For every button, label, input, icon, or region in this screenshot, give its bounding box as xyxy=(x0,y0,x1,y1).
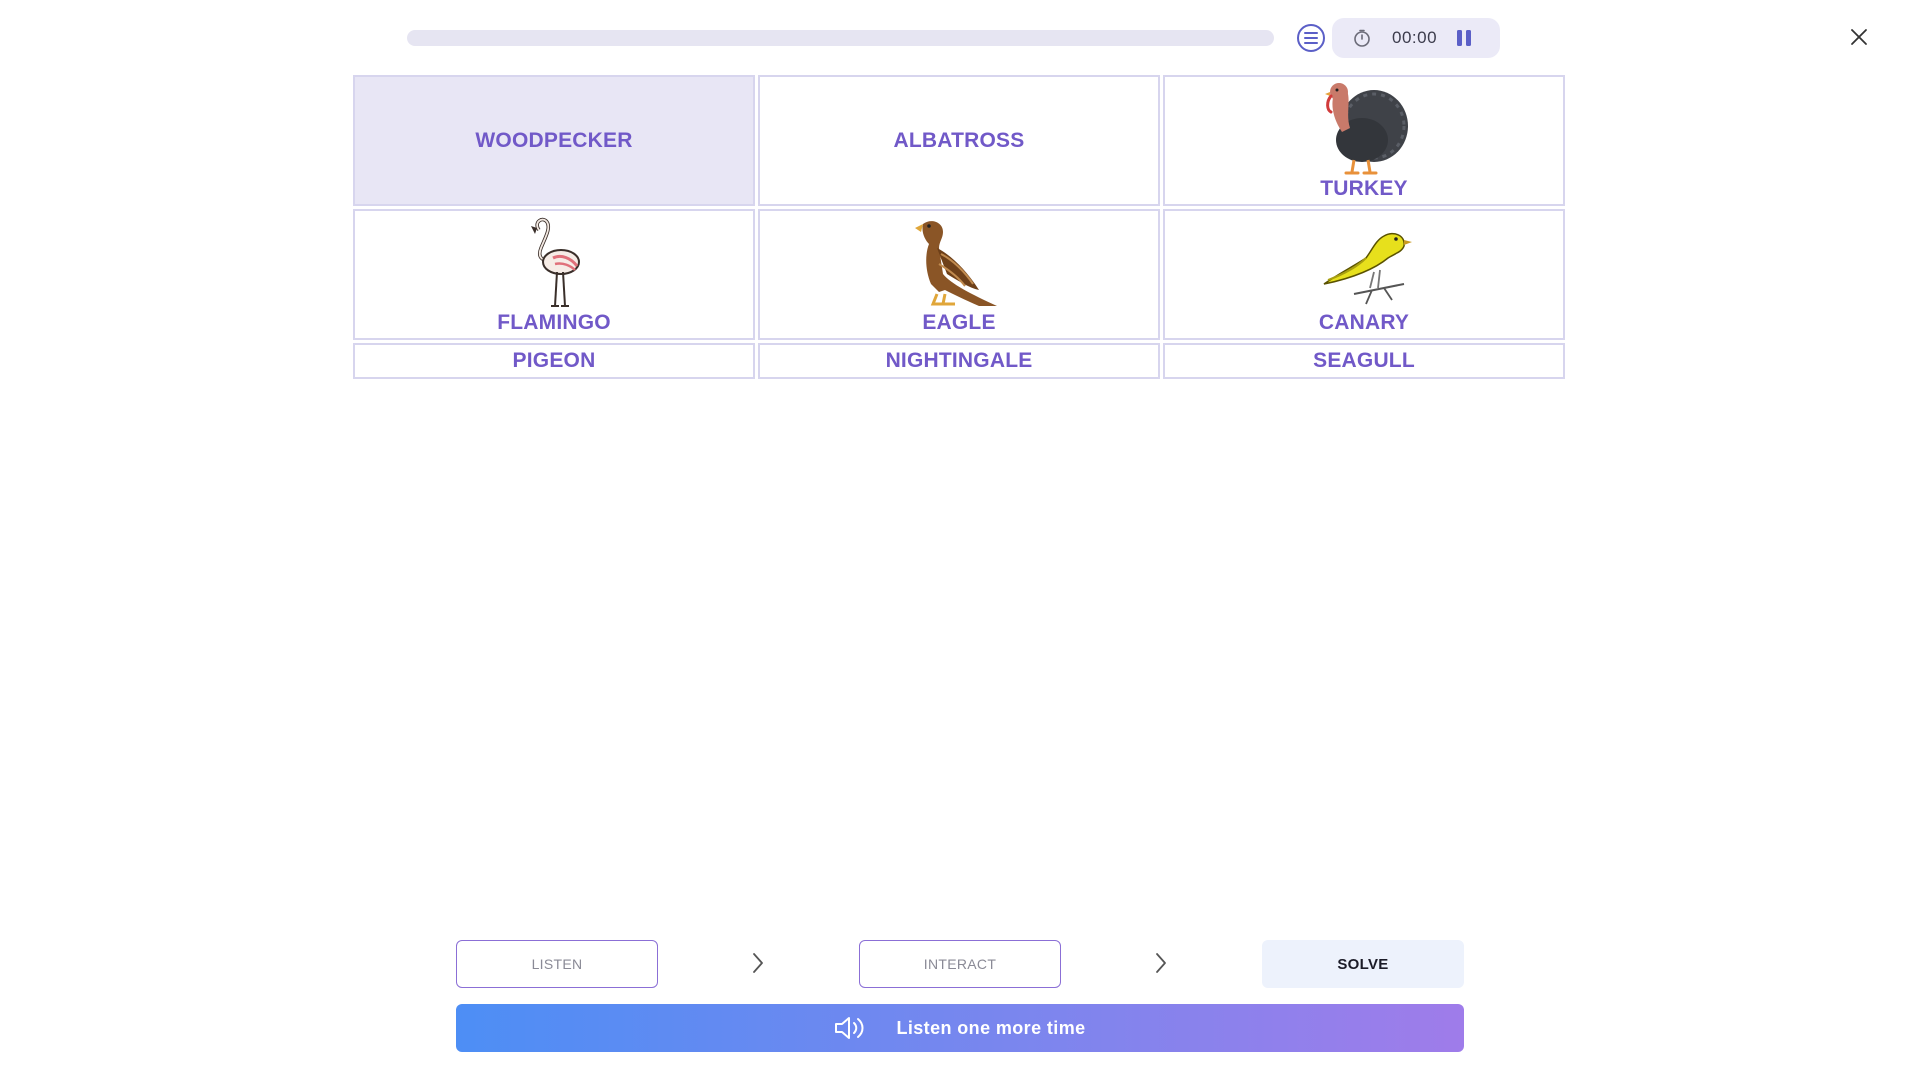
chevron-right-icon xyxy=(1156,953,1166,973)
tile-canary[interactable]: CANARY xyxy=(1163,209,1565,340)
timer-text: 00:00 xyxy=(1392,28,1438,47)
tile-flamingo[interactable]: FLAMINGO xyxy=(353,209,755,340)
tile-label: NIGHTINGALE xyxy=(885,349,1033,372)
tile-label: WOODPECKER xyxy=(475,128,633,152)
tile-pigeon[interactable]: PIGEON xyxy=(353,343,755,379)
listen-again-button[interactable]: Listen one more time xyxy=(456,1004,1464,1052)
interact-step-button[interactable]: INTERACT xyxy=(859,940,1061,988)
canary-illustration xyxy=(1309,214,1419,310)
tile-label: ALBATROSS xyxy=(893,128,1025,152)
listen-step-button[interactable]: LISTEN xyxy=(456,940,658,988)
tile-woodpecker[interactable]: WOODPECKER xyxy=(353,75,755,206)
chevron-right-icon xyxy=(753,953,763,973)
tile-seagull[interactable]: SEAGULL xyxy=(1163,343,1565,379)
tile-eagle[interactable]: EAGLE xyxy=(758,209,1160,340)
turkey-illustration xyxy=(1309,80,1419,176)
listen-again-label: Listen one more time xyxy=(896,1017,1086,1038)
tile-albatross[interactable]: ALBATROSS xyxy=(758,75,1160,206)
list-button[interactable] xyxy=(1297,24,1325,52)
list-icon xyxy=(1304,32,1318,44)
answer-grid: WOODPECKER ALBATROSS TURKEY FLAMINGO EAG… xyxy=(353,75,1567,382)
tile-label: CANARY xyxy=(1318,311,1410,334)
tile-label: PIGEON xyxy=(512,349,596,372)
pause-icon[interactable] xyxy=(1455,29,1473,47)
tile-label: SEAGULL xyxy=(1313,349,1415,372)
flamingo-illustration xyxy=(499,214,609,310)
tile-label: FLAMINGO xyxy=(497,311,611,334)
tile-turkey[interactable]: TURKEY xyxy=(1163,75,1565,206)
close-button[interactable] xyxy=(1846,24,1872,50)
tile-label: TURKEY xyxy=(1320,177,1408,200)
timer-pill: 00:00 xyxy=(1332,18,1500,58)
tile-nightingale[interactable]: NIGHTINGALE xyxy=(758,343,1160,379)
eagle-illustration xyxy=(904,214,1014,310)
tile-label: EAGLE xyxy=(922,311,996,334)
solve-step-button[interactable]: SOLVE xyxy=(1262,940,1464,988)
progress-bar xyxy=(407,30,1274,46)
stopwatch-icon xyxy=(1352,28,1372,48)
close-icon xyxy=(1851,29,1867,45)
speaker-icon xyxy=(834,1015,866,1041)
